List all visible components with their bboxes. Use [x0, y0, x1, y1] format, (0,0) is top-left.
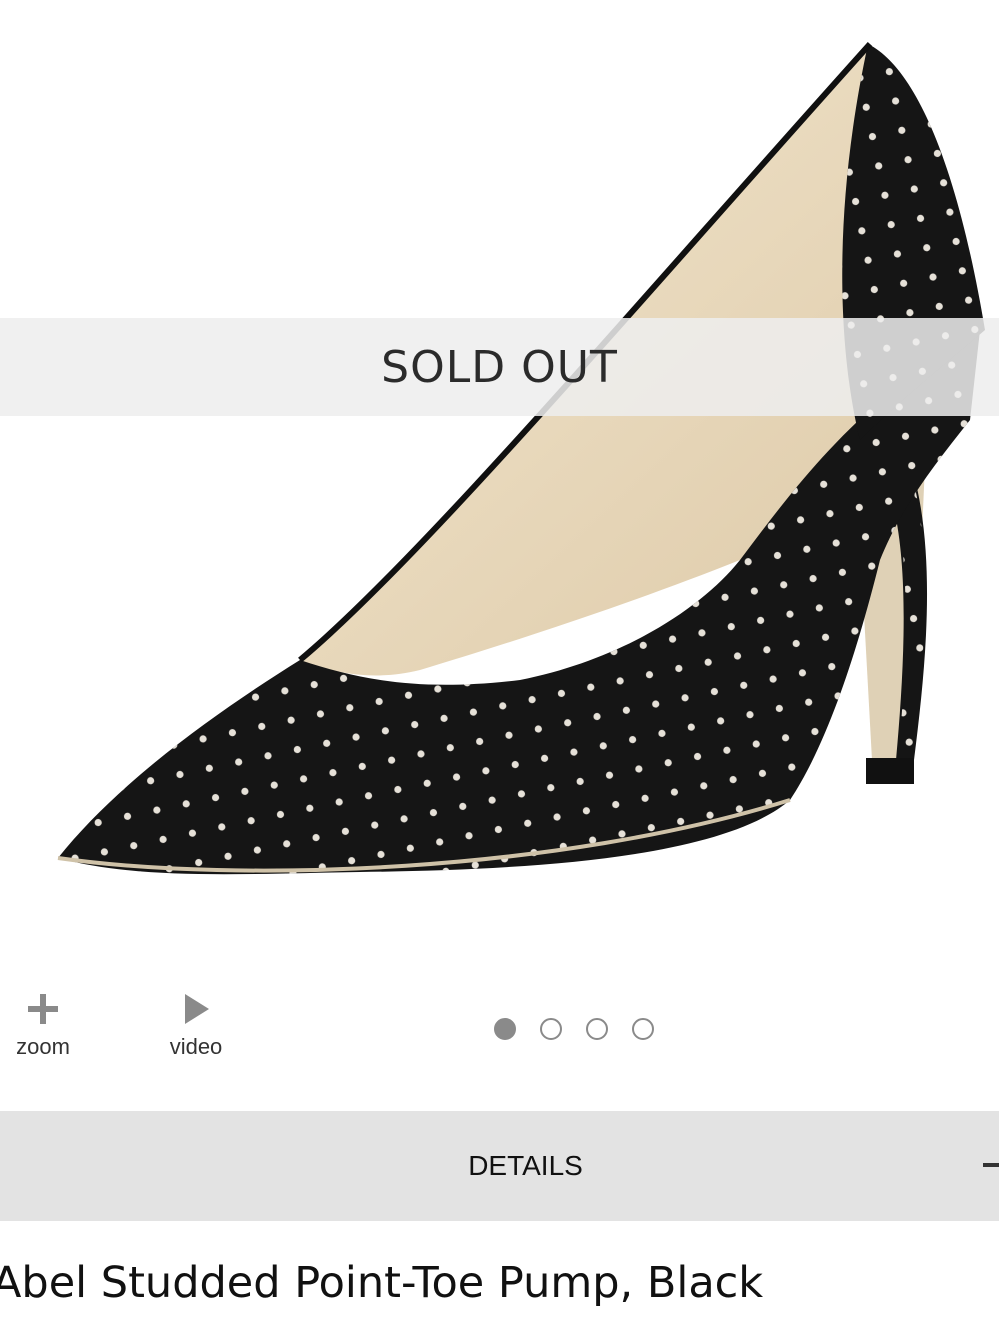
video-label: video	[169, 1034, 223, 1059]
carousel-dots	[494, 1016, 654, 1042]
sold-out-banner: SOLD OUT	[0, 318, 999, 416]
carousel-dot[interactable]	[632, 1018, 654, 1040]
minus-icon[interactable]	[983, 1163, 999, 1167]
product-image[interactable]	[0, 0, 999, 960]
zoom-label: zoom	[16, 1034, 70, 1059]
plus-icon	[26, 986, 60, 1032]
carousel-dot[interactable]	[540, 1018, 562, 1040]
zoom-button[interactable]: zoom	[6, 986, 80, 1060]
video-button[interactable]: video	[158, 986, 234, 1060]
carousel-dot[interactable]	[586, 1018, 608, 1040]
product-title: Abel Studded Point-Toe Pump, Black	[0, 1258, 764, 1308]
details-accordion[interactable]: DETAILS	[0, 1111, 999, 1221]
shoe-illustration	[57, 41, 985, 875]
carousel-dot[interactable]	[494, 1018, 516, 1040]
play-icon	[181, 986, 211, 1032]
heel-tip	[866, 758, 914, 784]
details-label: DETAILS	[468, 1150, 583, 1181]
